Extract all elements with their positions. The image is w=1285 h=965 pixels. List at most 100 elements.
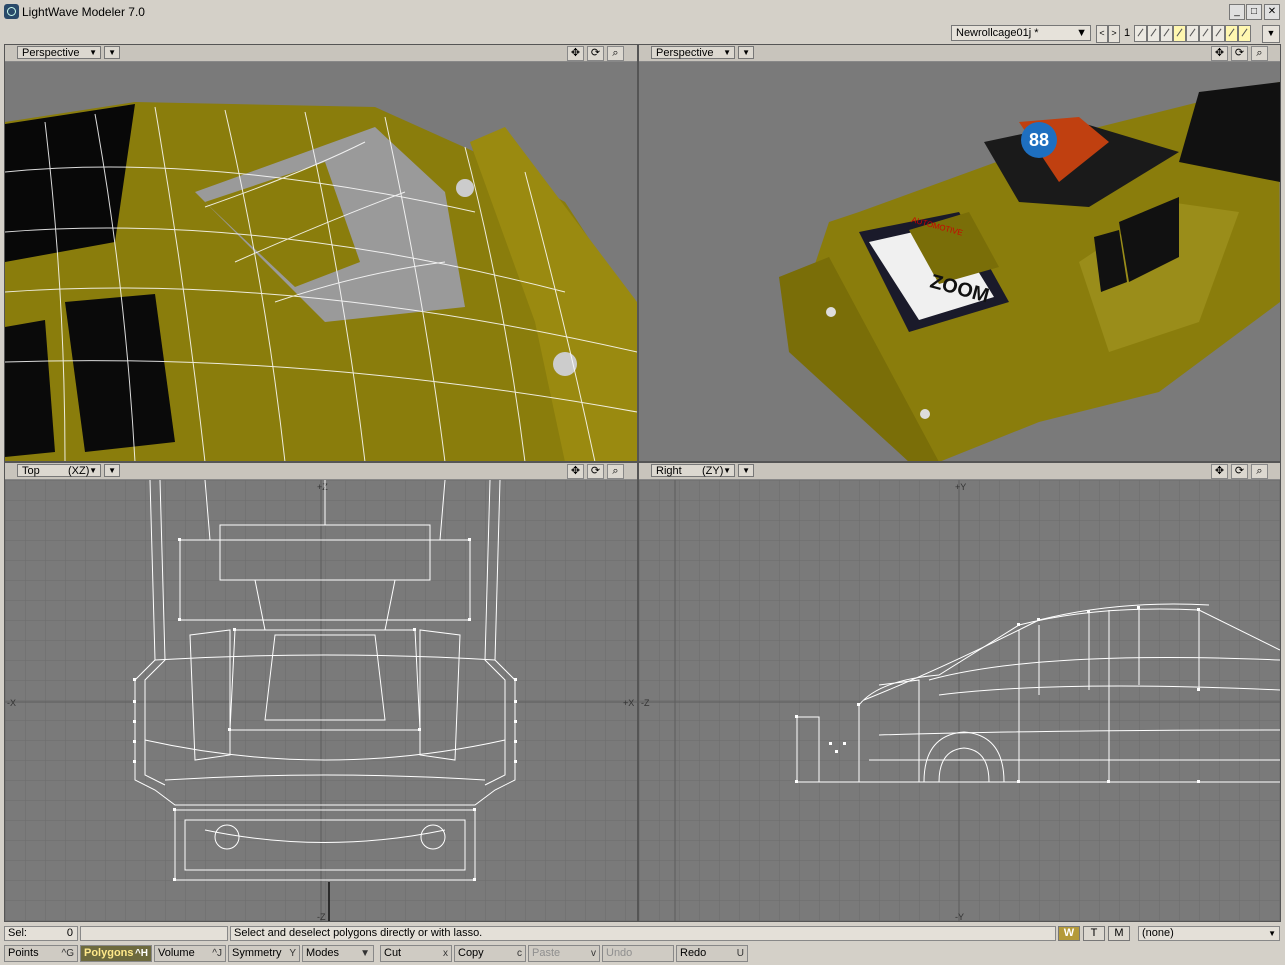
chevron-down-icon: ▼ xyxy=(89,48,97,57)
viewport-perspective-textured[interactable]: Perspective ▼ ▼ ✥ ⟳ ⌕ 88 ZOOM AUTOMOTIVE xyxy=(638,44,1281,462)
view-type-label: Top xyxy=(22,465,40,477)
selection-count: 0 xyxy=(66,927,73,939)
help-message: Select and deselect polygons directly or… xyxy=(230,926,1056,941)
zoom-view-icon[interactable]: ⌕ xyxy=(607,46,624,61)
axis-label-bottom: -Y xyxy=(955,912,964,922)
rotate-view-icon[interactable]: ⟳ xyxy=(587,46,604,61)
chevron-down-icon: ▼ xyxy=(723,466,731,475)
layer-button[interactable] xyxy=(1238,25,1251,42)
axis-label-top: +Y xyxy=(955,482,966,492)
viewport-header: Top (XZ) ▼ ▼ ✥ ⟳ ⌕ xyxy=(5,463,637,480)
window-title: LightWave Modeler 7.0 xyxy=(22,5,145,19)
app-logo-icon xyxy=(4,4,19,19)
move-view-icon[interactable]: ✥ xyxy=(567,464,584,479)
layer-button[interactable] xyxy=(1212,25,1225,42)
axis-label-top: +Z xyxy=(317,482,328,492)
numeric-field xyxy=(80,926,228,941)
layer-button[interactable] xyxy=(1160,25,1173,42)
layer-button[interactable] xyxy=(1186,25,1199,42)
polygons-mode-button[interactable]: Polygons ^H xyxy=(80,945,152,962)
viewport-header: Perspective ▼ ▼ ✥ ⟳ ⌕ xyxy=(639,45,1280,62)
view-axes-label: (XZ) xyxy=(68,465,90,477)
rotate-view-icon[interactable]: ⟳ xyxy=(1231,464,1248,479)
prev-object-button[interactable]: < xyxy=(1096,25,1108,43)
chevron-down-icon: ▼ xyxy=(742,48,750,57)
cut-button[interactable]: Cut x xyxy=(380,945,452,962)
axis-label-right: +X xyxy=(623,698,634,708)
chevron-down-icon: ▼ xyxy=(723,48,731,57)
zoom-view-icon[interactable]: ⌕ xyxy=(1251,46,1268,61)
viewport-perspective-shaded[interactable]: Perspective ▼ ▼ ✥ ⟳ ⌕ xyxy=(4,44,638,462)
viewport-header: Right (ZY) ▼ ▼ ✥ ⟳ ⌕ xyxy=(639,463,1280,480)
world-coords-toggle[interactable]: W xyxy=(1058,926,1080,941)
chevron-down-icon: ▼ xyxy=(742,466,750,475)
viewport-top[interactable]: Top (XZ) ▼ ▼ ✥ ⟳ ⌕ +Z -Z -X +X xyxy=(4,462,638,922)
selection-count-field: Sel: 0 xyxy=(4,926,78,941)
close-button[interactable]: ✕ xyxy=(1264,4,1280,20)
axis-label-left: -Z xyxy=(641,698,650,708)
chevron-down-icon: ▼ xyxy=(108,466,116,475)
viewport-canvas[interactable]: +Z -Z -X +X xyxy=(5,480,637,922)
title-bar: LightWave Modeler 7.0 _ □ ✕ xyxy=(0,0,1285,25)
points-mode-button[interactable]: Points ^G xyxy=(4,945,78,962)
viewport-canvas[interactable]: +Y -Y -Z xyxy=(639,480,1280,922)
rotate-view-icon[interactable]: ⟳ xyxy=(1231,46,1248,61)
zoom-view-icon[interactable]: ⌕ xyxy=(607,464,624,479)
top-toolbar: Newrollcage01j * ▼ < > 1 ▼ xyxy=(0,24,1285,44)
viewport-right[interactable]: Right (ZY) ▼ ▼ ✥ ⟳ ⌕ +Y -Y -Z xyxy=(638,462,1281,922)
view-type-menu[interactable]: Perspective ▼ xyxy=(651,46,735,59)
mode-bar: Points ^G Polygons ^H Volume ^J Symmetry Y M… xyxy=(0,943,1285,965)
modes-menu-button[interactable]: Modes ▼ xyxy=(302,945,374,962)
paste-button[interactable]: Paste v xyxy=(528,945,600,962)
layer-bank-number: 1 xyxy=(1124,27,1131,39)
render-mode-menu[interactable]: ▼ xyxy=(104,46,120,59)
viewport-canvas[interactable]: 88 ZOOM AUTOMOTIVE xyxy=(639,62,1280,462)
view-type-label: Perspective xyxy=(22,47,80,59)
render-mode-menu[interactable]: ▼ xyxy=(738,464,754,477)
surface-name: (none) xyxy=(1142,927,1174,939)
move-view-icon[interactable]: ✥ xyxy=(567,46,584,61)
chevron-down-icon: ▼ xyxy=(1268,929,1276,938)
volume-mode-button[interactable]: Volume ^J xyxy=(154,945,226,962)
undo-button[interactable]: Undo xyxy=(602,945,674,962)
axis-label-bottom: -Z xyxy=(317,912,326,922)
view-type-menu[interactable]: Right (ZY) ▼ xyxy=(651,464,735,477)
move-view-icon[interactable]: ✥ xyxy=(1211,464,1228,479)
chevron-down-icon: ▼ xyxy=(89,466,97,475)
rotate-view-icon[interactable]: ⟳ xyxy=(587,464,604,479)
view-axes-label: (ZY) xyxy=(702,465,724,477)
move-view-icon[interactable]: ✥ xyxy=(1211,46,1228,61)
material-toggle[interactable]: M xyxy=(1108,926,1130,941)
symmetry-button[interactable]: Symmetry Y xyxy=(228,945,300,962)
view-type-menu[interactable]: Perspective ▼ xyxy=(17,46,101,59)
layer-button[interactable] xyxy=(1199,25,1212,42)
layer-button[interactable] xyxy=(1134,25,1147,42)
render-mode-menu[interactable]: ▼ xyxy=(104,464,120,477)
maximize-button[interactable]: □ xyxy=(1246,4,1262,20)
layer-button[interactable] xyxy=(1173,25,1186,42)
viewport-header: Perspective ▼ ▼ ✥ ⟳ ⌕ xyxy=(5,45,637,62)
layer-button[interactable] xyxy=(1225,25,1238,42)
redo-button[interactable]: Redo U xyxy=(676,945,748,962)
chevron-down-icon: ▼ xyxy=(108,48,116,57)
viewport-canvas[interactable] xyxy=(5,62,637,462)
surface-selector[interactable]: (none) ▼ xyxy=(1138,926,1280,941)
object-name: Newrollcage01j * xyxy=(956,27,1039,39)
copy-button[interactable]: Copy c xyxy=(454,945,526,962)
layer-menu-button[interactable]: ▼ xyxy=(1262,25,1280,43)
selection-label: Sel: xyxy=(8,927,27,939)
minimize-button[interactable]: _ xyxy=(1229,4,1245,20)
next-object-button[interactable]: > xyxy=(1108,25,1120,43)
axis-label-left: -X xyxy=(7,698,16,708)
status-bar: Sel: 0 Select and deselect polygons dire… xyxy=(0,924,1285,942)
view-type-label: Perspective xyxy=(656,47,714,59)
view-type-menu[interactable]: Top (XZ) ▼ xyxy=(17,464,101,477)
texture-toggle[interactable]: T xyxy=(1083,926,1105,941)
chevron-down-icon: ▼ xyxy=(1076,27,1087,39)
zoom-view-icon[interactable]: ⌕ xyxy=(1251,464,1268,479)
layer-button[interactable] xyxy=(1147,25,1160,42)
object-selector[interactable]: Newrollcage01j * ▼ xyxy=(951,25,1091,41)
decal-number: 88 xyxy=(1029,130,1049,150)
render-mode-menu[interactable]: ▼ xyxy=(738,46,754,59)
view-type-label: Right xyxy=(656,465,682,477)
